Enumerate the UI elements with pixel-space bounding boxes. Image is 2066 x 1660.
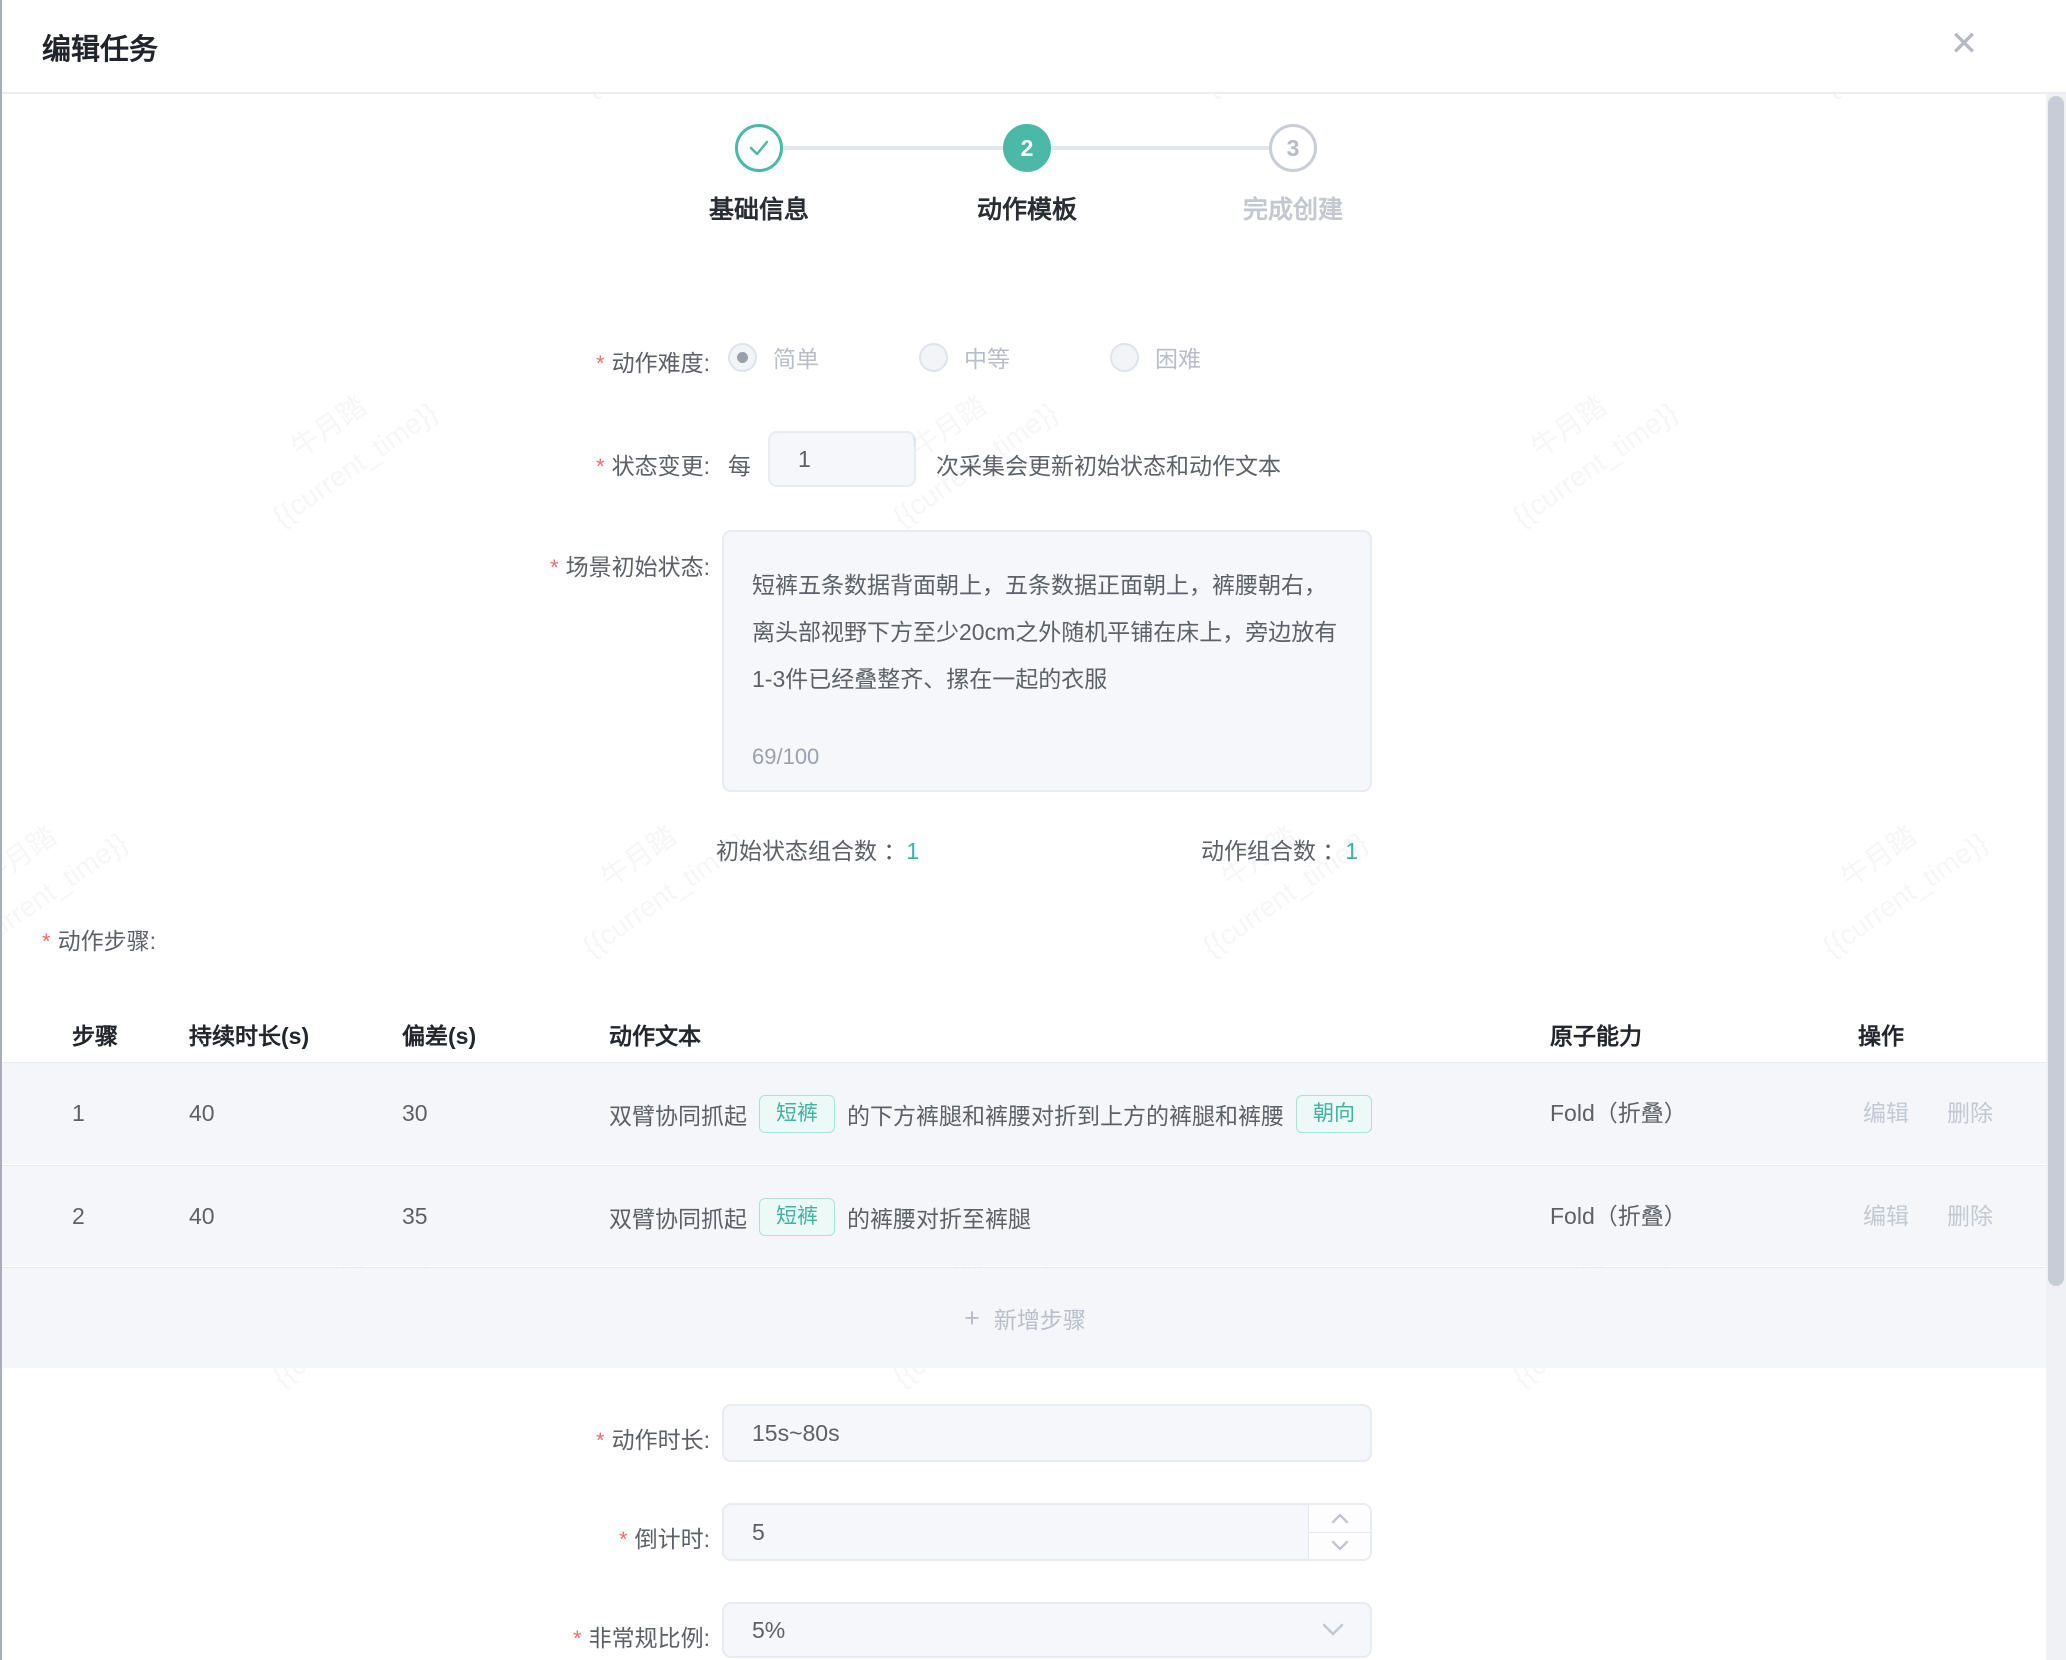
countdown-label: 倒计时: [290, 1520, 710, 1554]
step-2-label[interactable]: 动作模板 [907, 190, 1147, 226]
duration-value: 15s~80s [752, 1406, 840, 1460]
step-2-number: 2 [1021, 135, 1034, 162]
col-duration: 持续时长(s) [189, 1010, 309, 1062]
col-actions: 操作 [1858, 1010, 1904, 1062]
action-combo-count: 动作组合数 ：1 [1201, 832, 1358, 866]
initial-state-value: 短裤五条数据背面朝上，五条数据正面朝上，裤腰朝右，离头部视野下方至少20cm之外… [752, 562, 1346, 703]
scrollbar-thumb[interactable] [2048, 96, 2064, 1286]
row2-step: 2 [72, 1166, 85, 1267]
unusual-ratio-select[interactable]: 5% [722, 1602, 1372, 1658]
row2-text-mid: 的裤腰对折至裤腿 [847, 1200, 1031, 1234]
increase-button[interactable] [1309, 1505, 1370, 1533]
step-3-label[interactable]: 完成创建 [1173, 190, 1413, 226]
step-3-number: 3 [1287, 135, 1300, 162]
row1-action-text: 双臂协同抓起 短裤 的下方裤腿和裤腰对折到上方的裤腿和裤腰 朝向 [609, 1063, 1384, 1164]
col-ability: 原子能力 [1550, 1010, 1642, 1062]
initial-combo-count: 初始状态组合数 ：1 [716, 832, 919, 866]
chevron-up-icon [1331, 1512, 1349, 1524]
watermark-text: 牛月踏{{current_time}} [1694, 718, 2066, 1034]
row2-object-tag: 短裤 [759, 1198, 835, 1236]
countdown-value: 5 [752, 1505, 765, 1559]
radio-hard[interactable]: 困难 [1110, 340, 1201, 374]
row1-orientation-tag: 朝向 [1296, 1095, 1372, 1133]
row1-edit-button[interactable]: 编辑 [1863, 1100, 1909, 1126]
radio-easy[interactable]: 简单 [728, 340, 819, 374]
add-step-button[interactable]: + 新增步骤 [2, 1267, 2048, 1368]
radio-medium[interactable]: 中等 [919, 340, 1010, 374]
row2-ability: Fold（折叠） [1550, 1166, 1687, 1267]
difficulty-label: 动作难度: [290, 344, 710, 378]
action-combo-value: 1 [1345, 838, 1358, 864]
row1-actions: 编辑 删除 [1863, 1063, 2031, 1164]
row1-text-mid: 的下方裤腿和裤腰对折到上方的裤腿和裤腰 [847, 1097, 1284, 1131]
row1-duration: 40 [189, 1063, 215, 1164]
initial-state-textarea[interactable]: 短裤五条数据背面朝上，五条数据正面朝上，裤腰朝右，离头部视野下方至少20cm之外… [722, 530, 1372, 792]
unusual-ratio-value: 5% [752, 1604, 785, 1656]
row1-deviation: 30 [402, 1063, 428, 1164]
dialog-title: 编辑任务 [42, 26, 158, 68]
radio-medium-circle [919, 343, 948, 372]
row2-duration: 40 [189, 1166, 215, 1267]
number-stepper [1308, 1505, 1370, 1559]
row2-edit-button[interactable]: 编辑 [1863, 1203, 1909, 1229]
col-step: 步骤 [72, 1010, 118, 1062]
row1-ability: Fold（折叠） [1550, 1063, 1687, 1164]
duration-input[interactable]: 15s~80s [722, 1404, 1372, 1462]
plus-icon: + [964, 1303, 980, 1334]
step-connector-2 [1051, 146, 1271, 150]
radio-easy-label: 简单 [773, 340, 819, 374]
check-icon [747, 136, 771, 160]
state-change-label: 状态变更: [290, 447, 710, 481]
header-divider [2, 92, 2066, 94]
row2-deviation: 35 [402, 1166, 428, 1267]
step-1-circle [735, 124, 783, 172]
unusual-ratio-label: 非常规比例: [290, 1619, 710, 1653]
state-change-prefix: 每 [728, 447, 751, 481]
chevron-down-icon [1331, 1540, 1349, 1552]
radio-medium-label: 中等 [964, 340, 1010, 374]
radio-easy-circle [728, 343, 757, 372]
state-change-input[interactable]: 1 [768, 431, 916, 487]
watermark-text: 牛月踏{{current_time}} [0, 718, 230, 1034]
row1-delete-button[interactable]: 删除 [1947, 1100, 1993, 1126]
row2-delete-button[interactable]: 删除 [1947, 1203, 1993, 1229]
row1-object-tag: 短裤 [759, 1095, 835, 1133]
countdown-input[interactable]: 5 [722, 1503, 1372, 1561]
row1-text-before: 双臂协同抓起 [609, 1097, 747, 1131]
step-2-circle: 2 [1003, 124, 1051, 172]
radio-hard-label: 困难 [1155, 340, 1201, 374]
duration-label: 动作时长: [290, 1421, 710, 1455]
initial-combo-value: 1 [906, 838, 919, 864]
table-row: 1 40 30 双臂协同抓起 短裤 的下方裤腿和裤腰对折到上方的裤腿和裤腰 朝向… [2, 1063, 2048, 1164]
state-change-suffix: 次采集会更新初始状态和动作文本 [936, 447, 1281, 481]
col-deviation: 偏差(s) [402, 1010, 476, 1062]
initial-combo-label: 初始状态组合数 ： [716, 838, 906, 864]
add-step-label: 新增步骤 [994, 1301, 1086, 1335]
decrease-button[interactable] [1309, 1533, 1370, 1560]
row2-action-text: 双臂协同抓起 短裤 的裤腰对折至裤腿 [609, 1166, 1031, 1267]
action-steps-label: 动作步骤: [42, 922, 156, 956]
action-combo-label: 动作组合数 ： [1201, 838, 1345, 864]
row2-actions: 编辑 删除 [1863, 1166, 2031, 1267]
vertical-scrollbar[interactable] [2046, 94, 2066, 1660]
table-row: 2 40 35 双臂协同抓起 短裤 的裤腰对折至裤腿 Fold（折叠） 编辑 删除 [2, 1165, 2048, 1266]
col-text: 动作文本 [609, 1010, 701, 1062]
state-change-value: 1 [798, 433, 811, 485]
difficulty-radio-group: 简单 中等 困难 [728, 334, 1301, 380]
close-icon[interactable]: ✕ [1938, 18, 1990, 70]
radio-hard-circle [1110, 343, 1139, 372]
edit-task-dialog: 牛月踏{{current_time}} 牛月踏{{current_time}} 牛月… [0, 0, 2066, 1660]
select-chevron-down-icon [1322, 1604, 1344, 1656]
table-header: 步骤 持续时长(s) 偏差(s) 动作文本 原子能力 操作 [2, 1010, 2048, 1062]
step-connector-1 [783, 146, 1005, 150]
initial-state-label: 场景初始状态: [290, 548, 710, 582]
dialog-header: 编辑任务 ✕ [2, 0, 2066, 92]
char-counter: 69/100 [752, 744, 819, 770]
step-1-label[interactable]: 基础信息 [639, 190, 879, 226]
row2-text-before: 双臂协同抓起 [609, 1200, 747, 1234]
step-3-circle: 3 [1269, 124, 1317, 172]
row1-step: 1 [72, 1063, 85, 1164]
watermark-text: 牛月踏{{current_time}} [1384, 288, 1781, 604]
